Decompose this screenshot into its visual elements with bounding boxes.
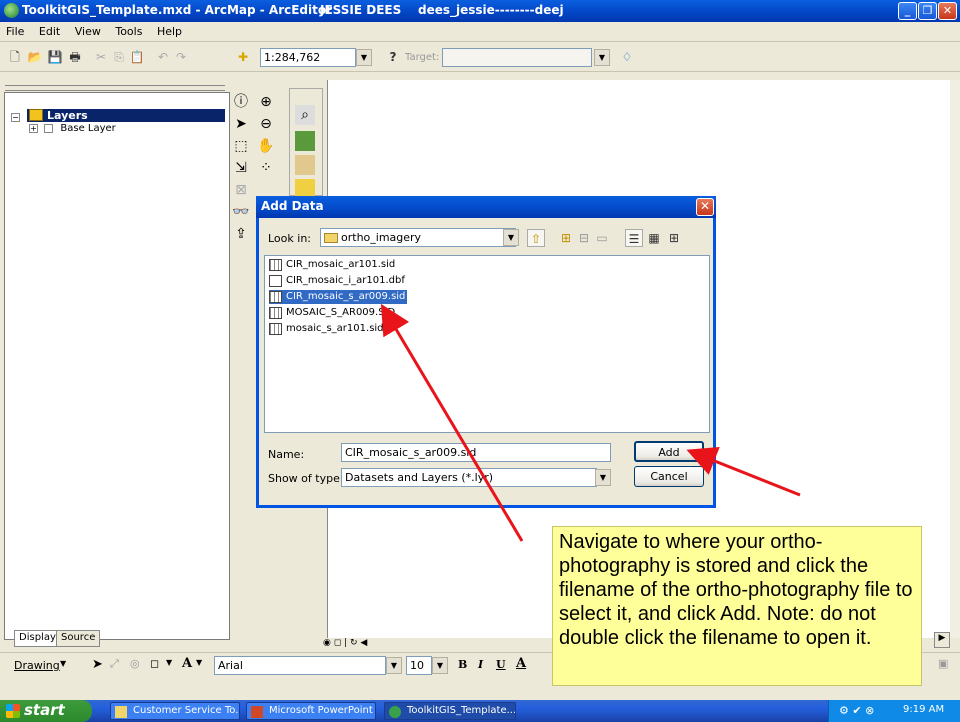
tray-icons[interactable]: ⚙ ✔ ⊗ bbox=[839, 704, 874, 717]
powerpoint-icon bbox=[251, 706, 263, 718]
annotation-arrows bbox=[380, 303, 801, 542]
taskbar-item-customer-service[interactable]: Customer Service To... bbox=[110, 702, 240, 720]
app-icon bbox=[115, 706, 127, 718]
start-button[interactable]: start bbox=[0, 700, 92, 722]
taskbar-item-arcmap[interactable]: ToolkitGIS_Template.... bbox=[384, 702, 516, 720]
windows-logo-icon bbox=[6, 704, 20, 718]
system-tray: ⚙ ✔ ⊗ 9:19 AM bbox=[828, 700, 960, 722]
arrow-to-add-button bbox=[686, 446, 801, 497]
arrow-to-file bbox=[380, 303, 524, 542]
taskbar-item-powerpoint[interactable]: Microsoft PowerPoint ... bbox=[246, 702, 376, 720]
clock: 9:19 AM bbox=[903, 704, 945, 715]
arcmap-icon bbox=[389, 706, 401, 718]
taskbar: start Customer Service To... Microsoft P… bbox=[0, 700, 960, 722]
start-label: start bbox=[24, 701, 65, 719]
